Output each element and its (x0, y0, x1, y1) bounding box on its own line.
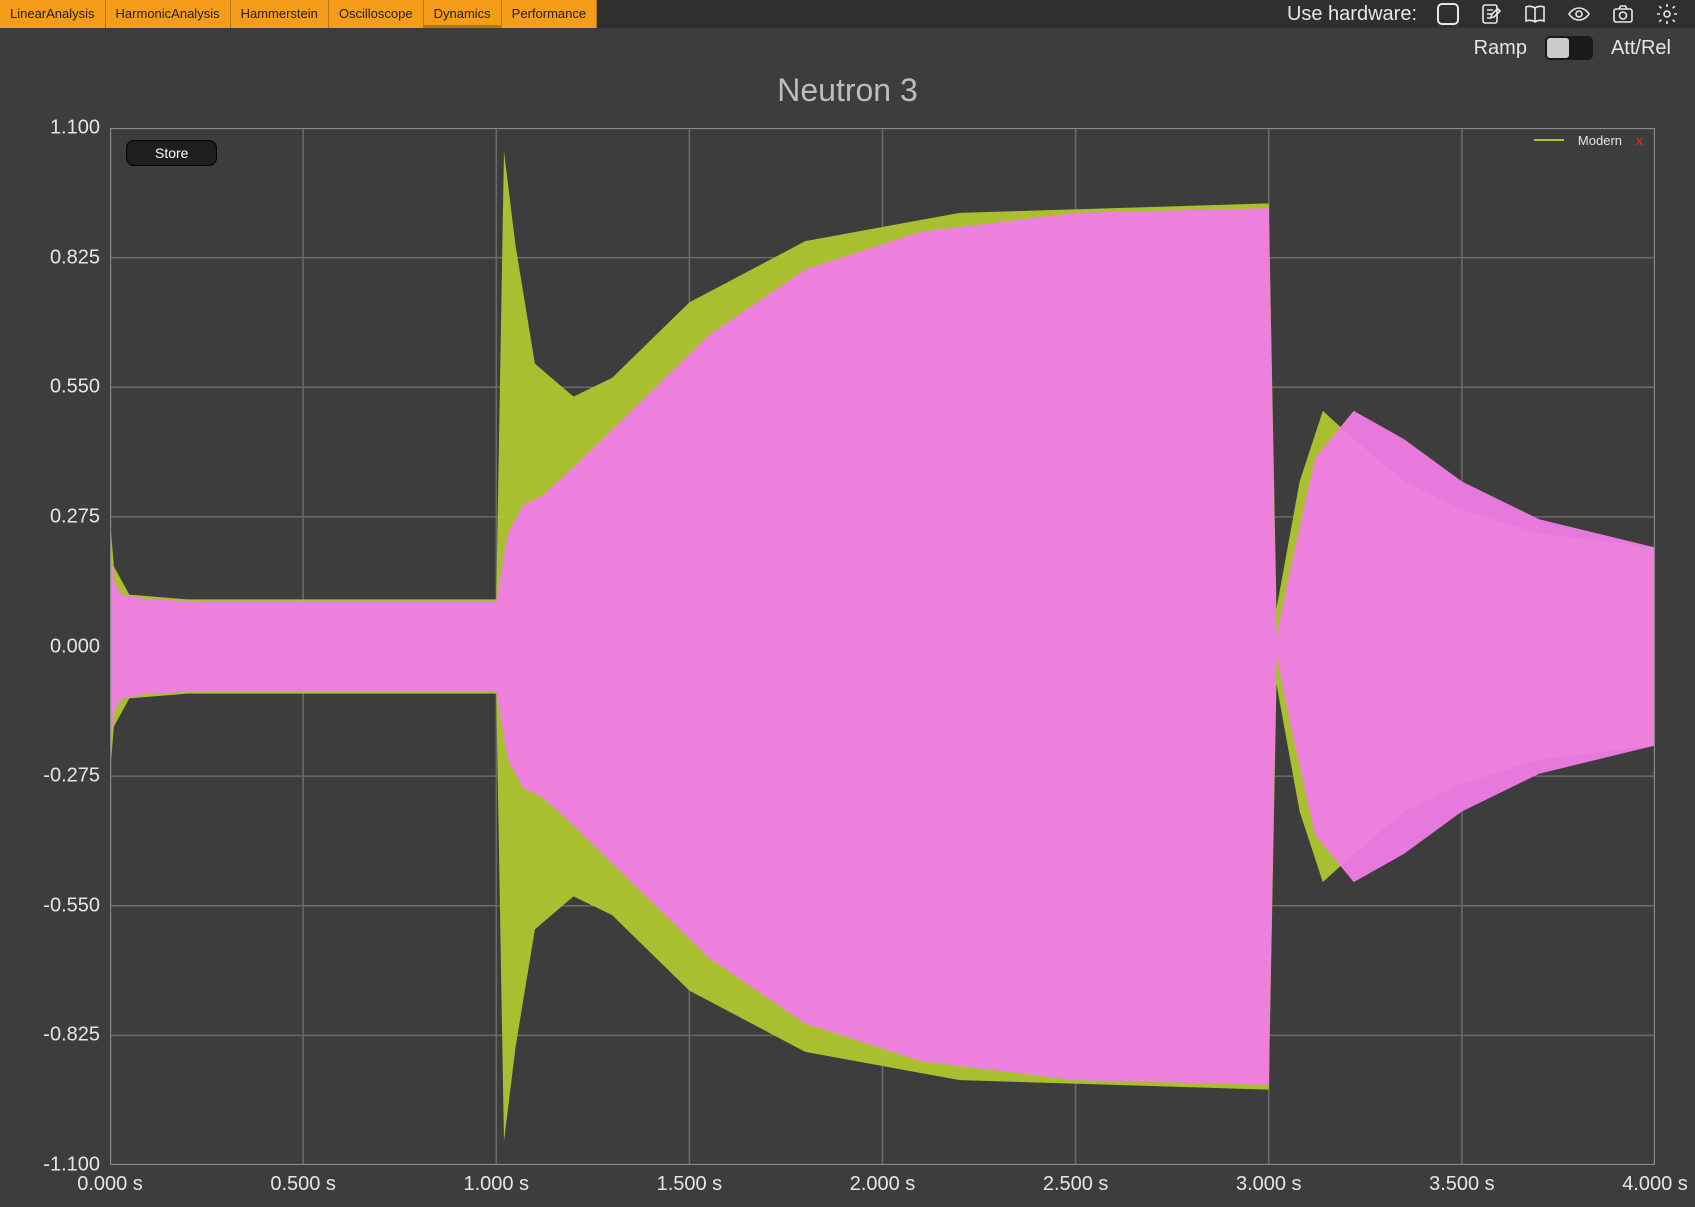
x-tick-label: 2.000 s (850, 1173, 916, 1196)
tab-oscilloscope[interactable]: Oscilloscope (329, 0, 424, 28)
x-tick-label: 1.500 s (657, 1173, 723, 1196)
eye-icon[interactable] (1567, 2, 1591, 26)
legend-remove-button[interactable]: x (1636, 132, 1643, 148)
y-tick-label: -0.550 (43, 894, 100, 917)
x-tick-label: 0.500 s (270, 1173, 336, 1196)
use-hardware-label: Use hardware: (1287, 3, 1417, 26)
x-tick-label: 1.000 s (463, 1173, 529, 1196)
y-tick-label: 0.550 (50, 376, 100, 399)
tab-harmonicanalysis[interactable]: HarmonicAnalysis (106, 0, 231, 28)
sub-toolbar: Ramp Att/Rel (0, 28, 1695, 68)
tab-dynamics[interactable]: Dynamics (424, 0, 502, 28)
y-tick-label: -0.825 (43, 1024, 100, 1047)
use-hardware-checkbox[interactable] (1437, 3, 1459, 25)
gear-icon[interactable] (1655, 2, 1679, 26)
ramp-label: Ramp (1474, 37, 1527, 60)
camera-icon[interactable] (1611, 2, 1635, 26)
y-tick-label: 1.100 (50, 117, 100, 140)
attrel-label: Att/Rel (1611, 37, 1671, 60)
x-tick-label: 4.000 s (1622, 1173, 1688, 1196)
y-tick-label: 0.275 (50, 505, 100, 528)
store-button[interactable]: Store (126, 140, 217, 166)
book-icon[interactable] (1523, 2, 1547, 26)
chart-title: Neutron 3 (0, 72, 1695, 109)
y-tick-label: 0.000 (50, 635, 100, 658)
y-tick-label: -0.275 (43, 765, 100, 788)
tab-strip: LinearAnalysisHarmonicAnalysisHammerstei… (0, 0, 597, 28)
tab-hammerstein[interactable]: Hammerstein (231, 0, 329, 28)
chart-area: Neutron 3 Store Modern x -1.100-0.825-0.… (0, 68, 1695, 1207)
x-tick-label: 3.500 s (1429, 1173, 1495, 1196)
tab-linearanalysis[interactable]: LinearAnalysis (0, 0, 106, 28)
top-toolbar: LinearAnalysisHarmonicAnalysisHammerstei… (0, 0, 1695, 28)
y-tick-label: 0.825 (50, 246, 100, 269)
legend-swatch-icon (1534, 139, 1564, 141)
notes-icon[interactable] (1479, 2, 1503, 26)
tab-performance[interactable]: Performance (502, 0, 597, 28)
ramp-attrel-toggle[interactable] (1545, 36, 1593, 60)
toolbar-right: Use hardware: (1271, 0, 1695, 28)
plot-svg[interactable] (110, 128, 1655, 1165)
x-tick-label: 0.000 s (77, 1173, 143, 1196)
plot-container: Store Modern x -1.100-0.825-0.550-0.2750… (110, 128, 1655, 1165)
legend-entry-label: Modern (1578, 133, 1622, 148)
x-tick-label: 2.500 s (1043, 1173, 1109, 1196)
legend: Modern x (1534, 132, 1643, 148)
x-tick-label: 3.000 s (1236, 1173, 1302, 1196)
